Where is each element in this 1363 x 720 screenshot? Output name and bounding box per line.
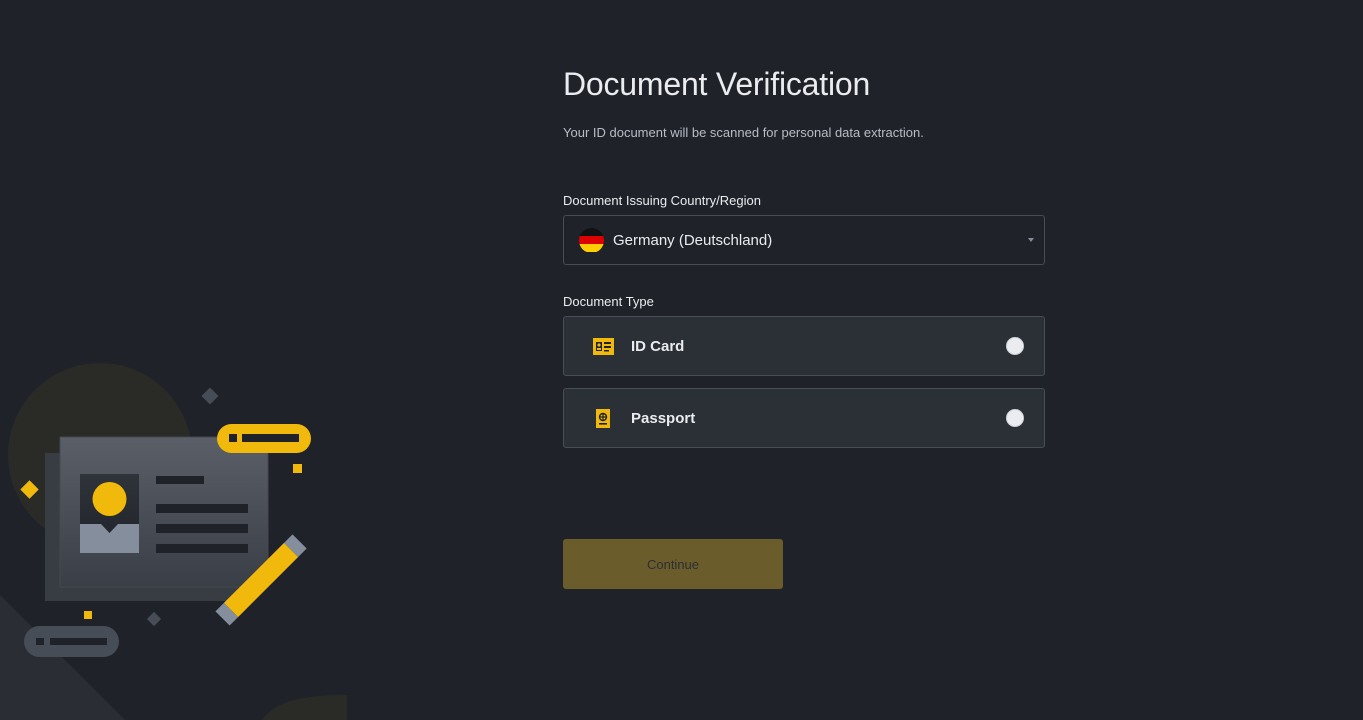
continue-button[interactable]: Continue xyxy=(563,539,783,589)
id-card-icon xyxy=(592,335,614,357)
document-option-id-card[interactable]: ID Card xyxy=(563,316,1045,376)
document-verification-page: Document Verification Your ID document w… xyxy=(0,0,1363,720)
country-field-label: Document Issuing Country/Region xyxy=(563,193,761,208)
id-card-radio[interactable] xyxy=(1006,337,1024,355)
document-option-passport[interactable]: Passport xyxy=(563,388,1045,448)
country-select[interactable]: Germany (Deutschland) xyxy=(563,215,1045,265)
page-title: Document Verification xyxy=(563,66,871,102)
document-type-label: Document Type xyxy=(563,294,654,309)
caret-down-icon xyxy=(1028,238,1034,242)
id-card-label: ID Card xyxy=(631,337,685,355)
page-subtitle: Your ID document will be scanned for per… xyxy=(563,125,924,140)
passport-radio[interactable] xyxy=(1006,409,1024,427)
germany-flag-icon xyxy=(579,227,604,253)
id-card-illustration xyxy=(0,340,360,720)
passport-label: Passport xyxy=(631,409,696,427)
passport-icon xyxy=(592,407,614,429)
verification-form: Document Verification Your ID document w… xyxy=(563,62,1045,589)
country-select-value: Germany (Deutschland) xyxy=(613,231,773,249)
